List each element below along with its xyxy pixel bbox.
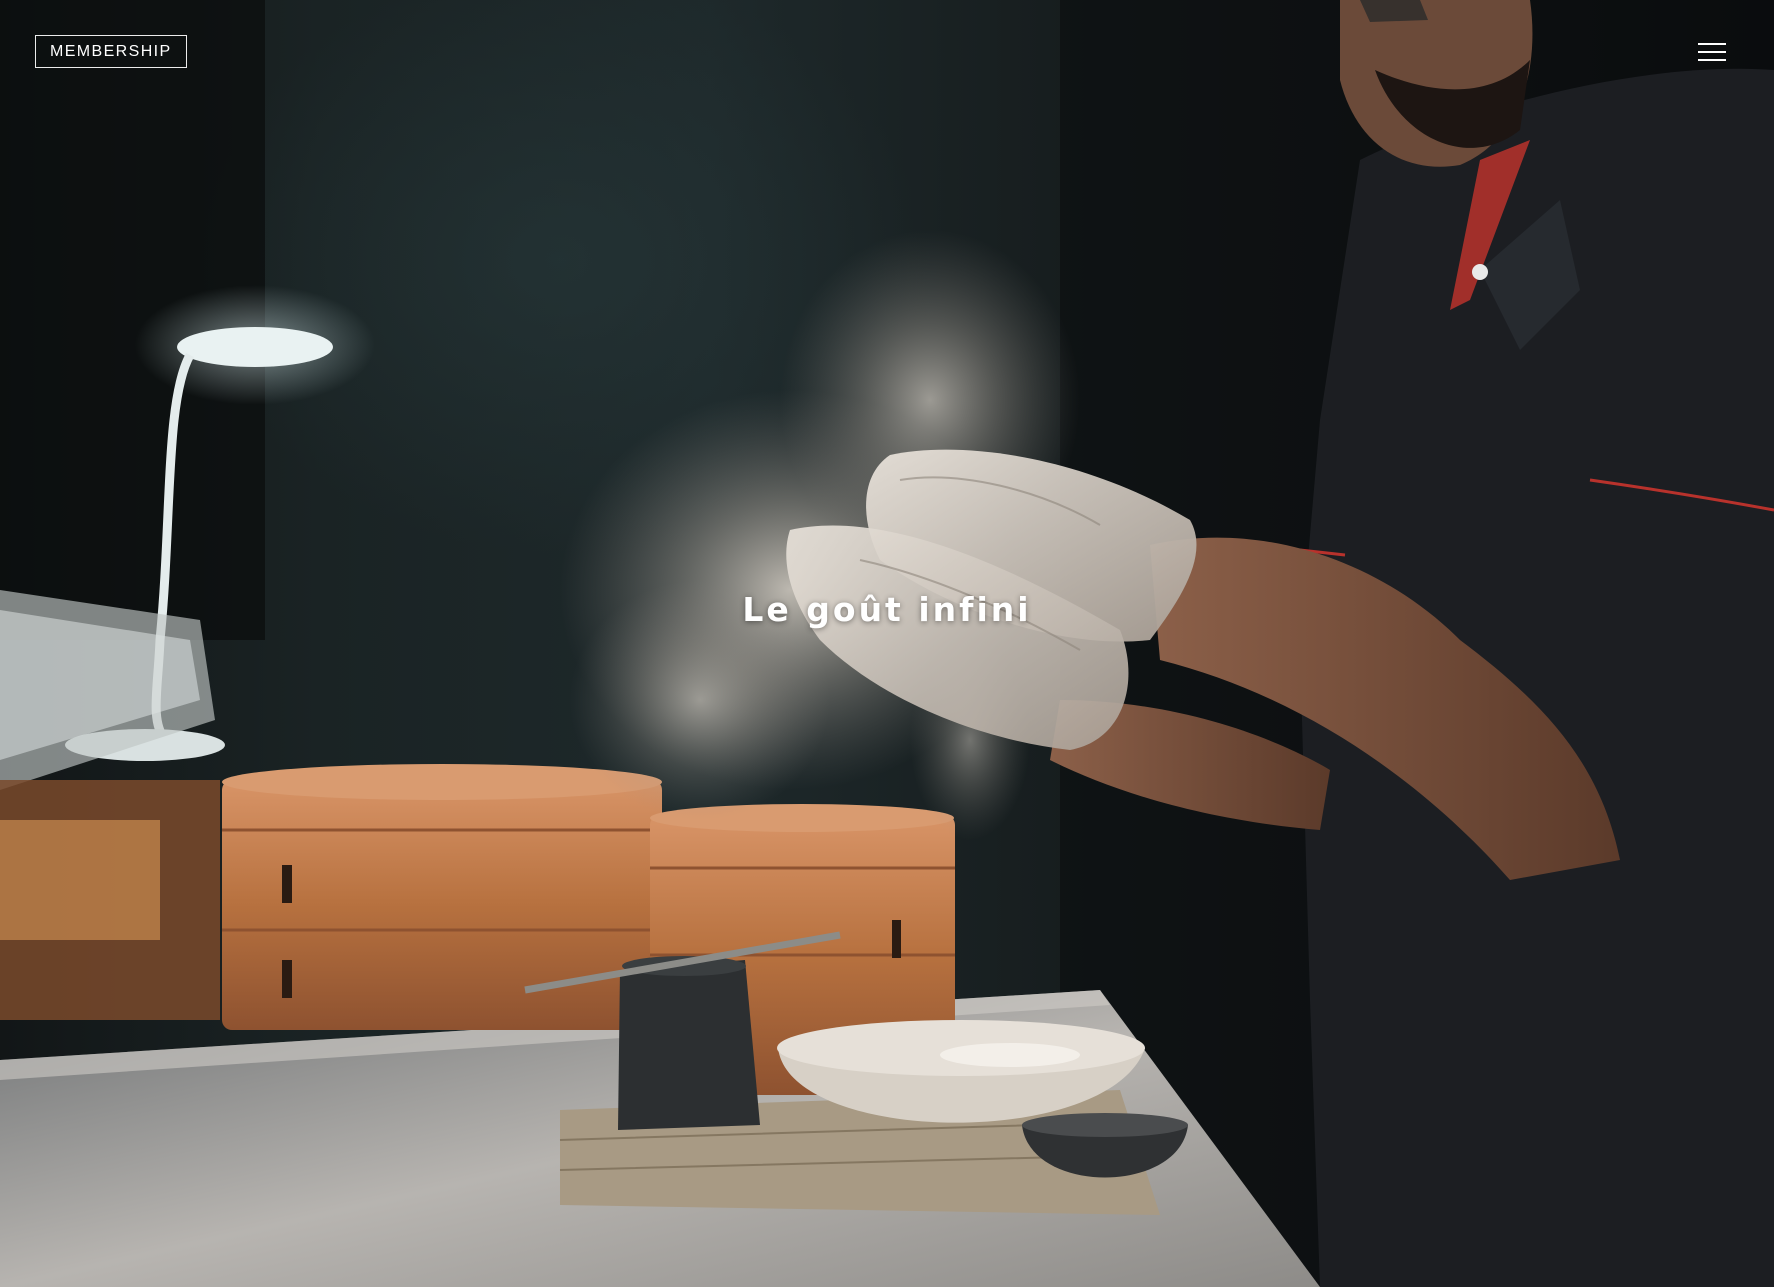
menu-line — [1698, 59, 1726, 61]
menu-line — [1698, 43, 1726, 45]
hamburger-menu-icon[interactable] — [1692, 38, 1730, 66]
hero-image — [0, 0, 1774, 1287]
hero-tagline: Le goût infini — [742, 590, 1032, 629]
membership-button[interactable]: MEMBERSHIP — [35, 35, 187, 68]
hero-scene-illustration — [0, 0, 1774, 1287]
menu-line — [1698, 51, 1726, 53]
